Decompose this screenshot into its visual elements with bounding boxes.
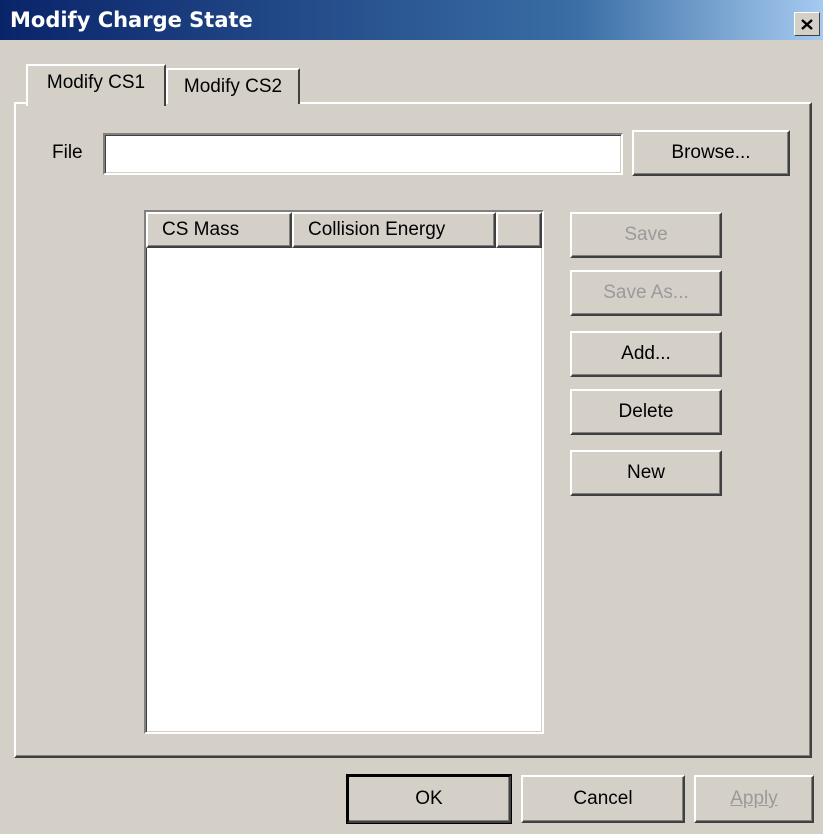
column-header-label: Collision Energy (308, 219, 446, 240)
tab-modify-cs1[interactable]: Modify CS1 (26, 64, 166, 106)
save-as-label: Save As... (603, 282, 689, 303)
browse-button[interactable]: Browse... (632, 130, 790, 176)
column-header-cs-mass[interactable]: CS Mass (146, 212, 292, 248)
close-button[interactable] (794, 12, 820, 36)
apply-button[interactable]: Apply (694, 775, 814, 823)
delete-button[interactable]: Delete (570, 389, 722, 435)
file-label: File (52, 142, 83, 163)
new-label: New (626, 462, 665, 483)
tab-modify-cs2[interactable]: Modify CS2 (166, 68, 300, 104)
add-label: Add... (621, 343, 671, 364)
new-button[interactable]: New (570, 450, 722, 496)
save-button[interactable]: Save (570, 212, 722, 258)
cancel-label: Cancel (573, 788, 633, 809)
save-as-button[interactable]: Save As... (570, 270, 722, 316)
column-header-label: CS Mass (162, 219, 240, 240)
close-icon (801, 18, 813, 30)
cancel-button[interactable]: Cancel (521, 775, 685, 823)
file-path-input[interactable] (103, 133, 623, 175)
ok-label: OK (415, 788, 443, 809)
apply-label: Apply (730, 788, 778, 809)
delete-label: Delete (618, 401, 674, 422)
title-bar[interactable]: Modify Charge State (0, 0, 823, 40)
browse-label: Browse... (671, 142, 751, 163)
tab-label: Modify CS2 (183, 76, 283, 97)
cs-list[interactable]: CS Mass Collision Energy (144, 210, 544, 734)
add-button[interactable]: Add... (570, 331, 722, 377)
column-header-collision-energy[interactable]: Collision Energy (292, 212, 496, 248)
tab-label: Modify CS1 (46, 72, 146, 93)
ok-button[interactable]: OK (346, 774, 512, 824)
save-label: Save (624, 224, 668, 245)
window-title: Modify Charge State (10, 8, 253, 32)
column-header-filler (496, 212, 542, 248)
